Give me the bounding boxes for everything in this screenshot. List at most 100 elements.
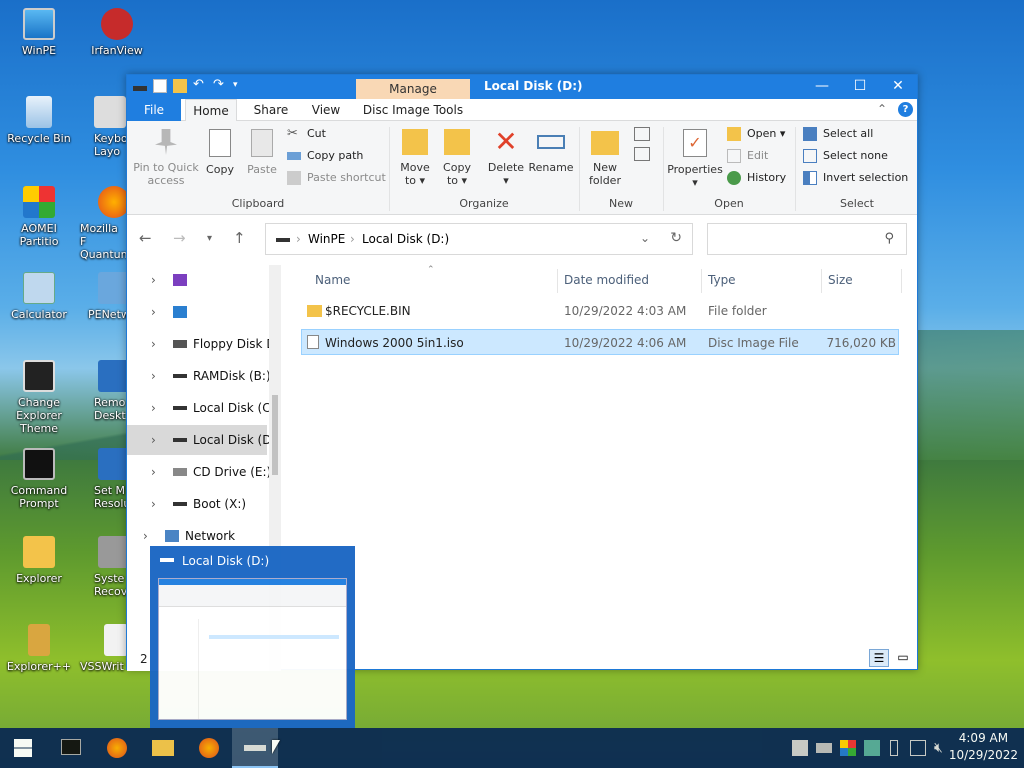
undo-icon[interactable]: ↶	[193, 78, 207, 93]
column-header-size[interactable]: Size	[828, 265, 853, 295]
open-button[interactable]: Open ▾	[727, 125, 785, 143]
paste-button[interactable]: Paste	[245, 129, 279, 176]
tab-file[interactable]: File	[127, 99, 181, 121]
start-button[interactable]	[0, 728, 46, 768]
taskbar-clock[interactable]: 4:09 AM 10/29/2022	[949, 730, 1018, 764]
collapse-ribbon-icon[interactable]: ⌃	[877, 102, 887, 116]
desktop-icon-explorerpp[interactable]: Explorer++	[0, 624, 78, 673]
nav-item-pictures[interactable]: ›	[127, 297, 267, 327]
nav-item-cd-drive[interactable]: › CD Drive (E:)	[127, 457, 271, 487]
desktop-icon-winpe[interactable]: WinPE	[0, 8, 78, 57]
history-button[interactable]: History	[727, 169, 786, 187]
column-header-name[interactable]: Name	[315, 265, 350, 295]
close-button[interactable]: ✕	[879, 75, 917, 99]
desktop-icon-remote-desktop[interactable]: Remo Deskt	[94, 360, 130, 422]
recent-locations-button[interactable]: ▾	[207, 233, 212, 244]
taskbar-explorer[interactable]	[140, 728, 186, 768]
desktop-icon-vsswriter[interactable]: VSSWrit	[80, 624, 128, 673]
desktop-icon-set-resolution[interactable]: Set M Resolu	[94, 448, 130, 510]
desktop-icon-calculator[interactable]: Calculator	[0, 272, 78, 321]
large-icons-view-icon[interactable]: ▭	[893, 649, 913, 667]
properties-qa-icon[interactable]	[153, 79, 167, 93]
nav-item-local-c[interactable]: › Local Disk (C:)	[127, 393, 275, 423]
nav-item-ramdisk[interactable]: › RAMDisk (B:)	[127, 361, 271, 391]
rename-button[interactable]: Rename	[527, 129, 575, 174]
taskbar-firefox[interactable]	[94, 728, 140, 768]
keyboard-icon	[94, 96, 126, 128]
copy-button[interactable]: Copy	[203, 129, 237, 176]
tab-share[interactable]: Share	[245, 99, 297, 121]
column-separator[interactable]	[821, 269, 822, 293]
desktop-icon-explorer[interactable]: Explorer	[0, 536, 78, 585]
tab-view[interactable]: View	[301, 99, 351, 121]
help-icon[interactable]: ?	[898, 102, 913, 117]
paste-shortcut-button[interactable]: Paste shortcut	[287, 169, 386, 187]
new-folder-qa-icon[interactable]	[173, 79, 187, 93]
tray-color-icon[interactable]	[840, 740, 856, 756]
column-header-date[interactable]: Date modified	[564, 265, 649, 295]
search-input[interactable]: ⚲	[707, 223, 907, 255]
context-tab-manage[interactable]: Manage	[356, 79, 470, 99]
invert-selection-button[interactable]: Invert selection	[803, 169, 908, 187]
select-none-button[interactable]: Select none	[803, 147, 888, 165]
details-view-icon[interactable]: ☰	[869, 649, 889, 667]
nav-item-videos[interactable]: ›	[127, 265, 267, 295]
tab-home[interactable]: Home	[185, 99, 237, 122]
taskbar-cmd[interactable]	[48, 728, 94, 768]
new-folder-button[interactable]: New folder	[585, 129, 625, 187]
desktop-icon-firefox[interactable]: Mozilla F Quantum	[80, 186, 131, 261]
column-separator[interactable]	[701, 269, 702, 293]
breadcrumb-current[interactable]: Local Disk (D:)	[362, 232, 449, 246]
desktop-icon-command-prompt[interactable]: Command Prompt	[0, 448, 78, 510]
tray-usb-icon[interactable]	[890, 740, 898, 756]
column-separator[interactable]	[557, 269, 558, 293]
desktop-icon-penetwork[interactable]: PENetw	[88, 272, 130, 321]
column-separator[interactable]	[901, 269, 902, 293]
back-button[interactable]: ←	[139, 229, 152, 247]
new-item-button[interactable]	[629, 127, 655, 161]
delete-button[interactable]: ✕ Delete ▾	[483, 128, 529, 188]
cut-button[interactable]: ✂ Cut	[287, 125, 326, 143]
nav-item-floppy[interactable]: ›Floppy Disk Drive (A:)	[127, 329, 275, 359]
desktop-icon-change-theme[interactable]: Change Explorer Theme	[0, 360, 78, 435]
scrollbar-thumb[interactable]	[272, 395, 278, 475]
qa-dropdown-icon[interactable]: ▾	[233, 79, 247, 93]
address-dropdown-icon[interactable]: ⌄	[640, 231, 650, 245]
tray-lan-icon[interactable]	[910, 740, 926, 756]
tray-keyboard-icon[interactable]	[816, 743, 832, 753]
file-name: Windows 2000 5in1.iso	[325, 336, 464, 350]
ribbon-tabs: File Home Share View Disc Image Tools ⌃ …	[127, 99, 917, 122]
address-bar[interactable]: › WinPE › Local Disk (D:) ⌄ ↻	[265, 223, 693, 255]
desktop-icon-system-recovery[interactable]: Syste Recov	[94, 536, 130, 598]
up-button[interactable]: ↑	[233, 229, 246, 247]
desktop-icon-recycle-bin[interactable]: Recycle Bin	[0, 96, 78, 145]
redo-icon[interactable]: ↷	[213, 78, 227, 93]
minimize-button[interactable]: —	[803, 75, 841, 99]
tray-volume-muted-icon[interactable]: 🔇︎	[934, 740, 950, 756]
disc-image-icon	[307, 335, 319, 349]
forward-button[interactable]: →	[173, 229, 186, 247]
tray-app-icon[interactable]	[864, 740, 880, 756]
desktop-icon-irfanview[interactable]: IrfanView	[78, 8, 156, 57]
refresh-icon[interactable]: ↻	[670, 230, 682, 246]
tab-disc-image-tools[interactable]: Disc Image Tools	[359, 99, 467, 121]
maximize-button[interactable]: ☐	[841, 75, 879, 99]
file-row[interactable]: $RECYCLE.BIN 10/29/2022 4:03 AM File fol…	[301, 298, 899, 324]
breadcrumb-root[interactable]: WinPE	[308, 232, 345, 246]
nav-item-local-d[interactable]: › Local Disk (D:)	[127, 425, 275, 455]
taskbar-thumbnail-preview[interactable]: Local Disk (D:)	[150, 546, 355, 728]
title-bar[interactable]: ↶ ↷ ▾ Manage Local Disk (D:) — ☐ ✕	[127, 75, 917, 99]
properties-button[interactable]: ✓ Properties ▾	[667, 129, 723, 189]
pin-quick-access-button[interactable]: Pin to Quick access	[133, 129, 199, 187]
edit-button[interactable]: Edit	[727, 147, 768, 165]
file-row[interactable]: Windows 2000 5in1.iso 10/29/2022 4:06 AM…	[301, 329, 899, 355]
move-to-button[interactable]: Move to ▾	[395, 129, 435, 187]
desktop-icon-aomei[interactable]: AOMEI Partitio	[0, 186, 78, 248]
column-header-type[interactable]: Type	[708, 265, 736, 295]
nav-item-boot[interactable]: › Boot (X:)	[127, 489, 267, 519]
copy-path-button[interactable]: Copy path	[287, 147, 363, 165]
taskbar-firefox-2[interactable]	[186, 728, 232, 768]
copy-to-button[interactable]: Copy to ▾	[437, 129, 477, 187]
select-all-button[interactable]: Select all	[803, 125, 873, 143]
tray-network-icon[interactable]	[792, 740, 808, 756]
